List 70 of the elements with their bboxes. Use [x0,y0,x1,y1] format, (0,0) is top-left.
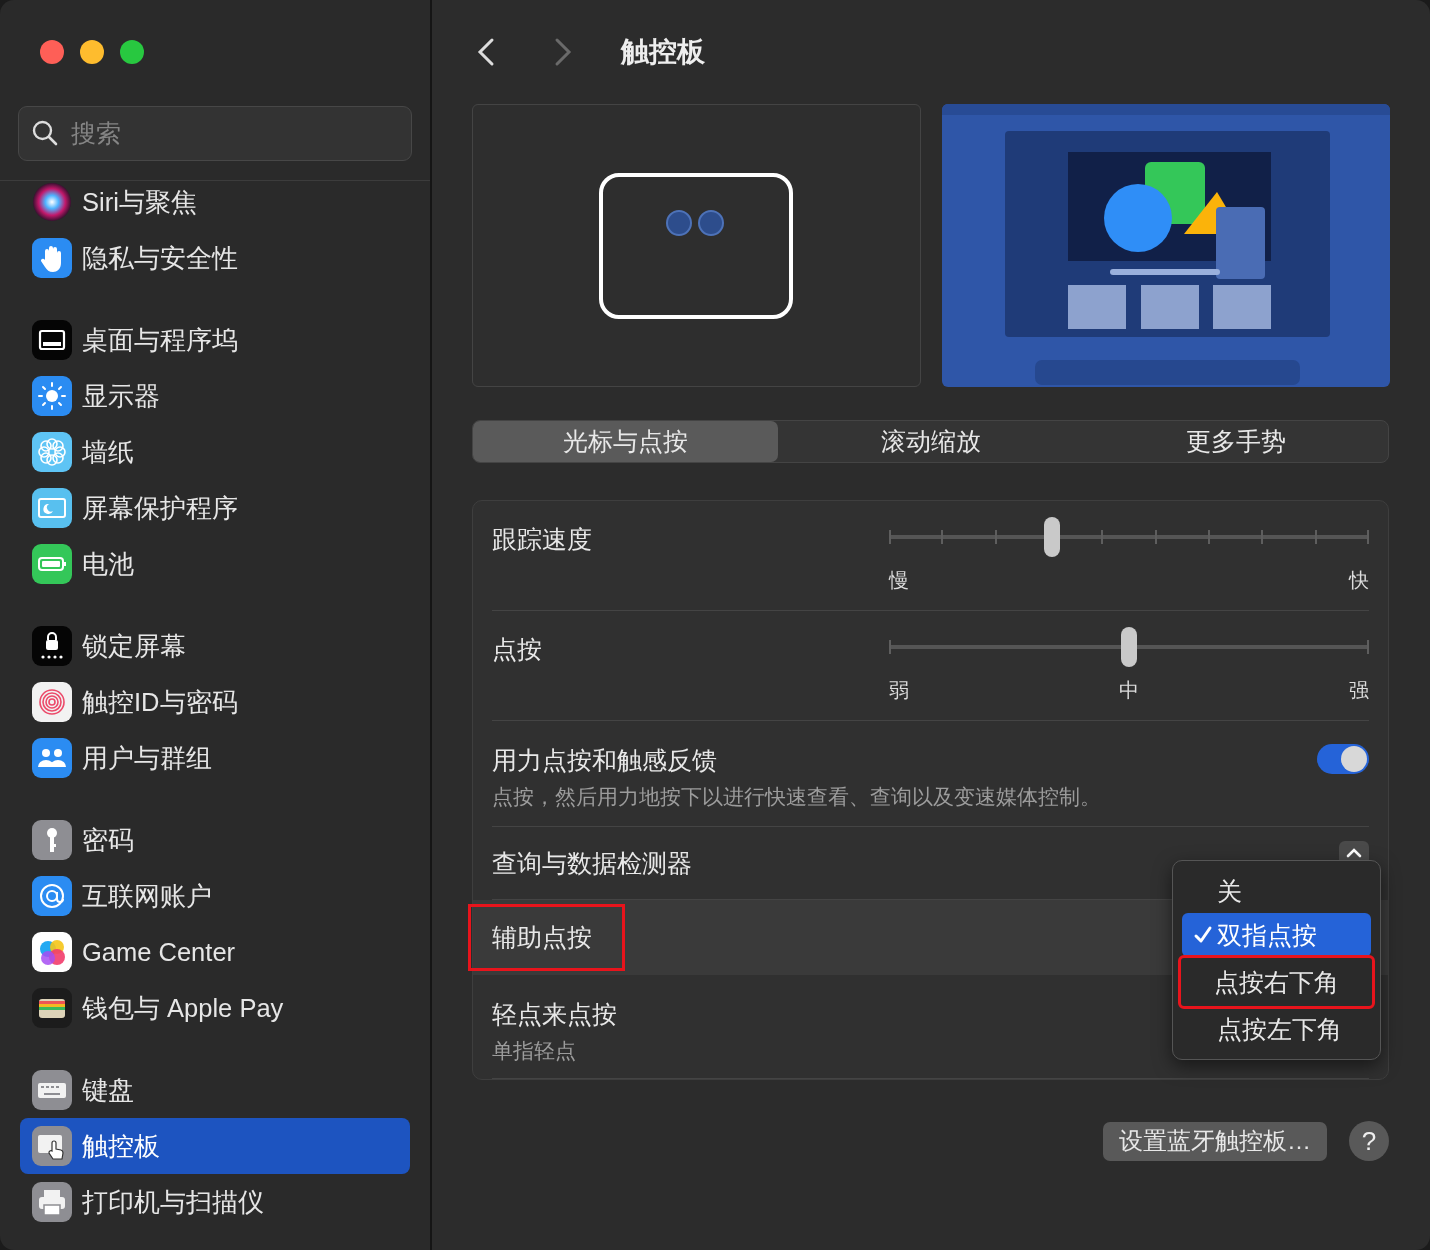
window-icon [32,320,72,360]
checkmark-icon [1193,925,1213,945]
scale-label: 强 [1349,678,1369,703]
sidebar-item[interactable]: 密码 [20,812,410,868]
help-button[interactable]: ? [1349,1121,1389,1161]
zoom-button-icon [120,40,144,64]
row-description: 点按，然后用力地按下以进行快速查看、查询以及变速媒体控制。 [492,784,1101,810]
sidebar-item[interactable]: 互联网账户 [20,868,410,924]
orb-icon [32,182,72,222]
sidebar-item[interactable]: 墙纸 [20,424,410,480]
scale-label: 快 [1349,568,1369,593]
search-field[interactable]: 搜索 [18,106,412,161]
tab[interactable]: 滚动缩放 [778,421,1083,462]
scale-label: 弱 [889,678,909,703]
slider-thumb[interactable] [1121,627,1137,667]
row-label: 轻点来点按 [491,999,618,1030]
battery-icon [32,544,72,584]
trackpad-icon [32,1126,72,1166]
back-icon[interactable] [477,37,495,67]
hand-icon [32,238,72,278]
slider[interactable] [889,627,1369,667]
sidebar-item[interactable]: 钱包与 Apple Pay [20,980,410,1036]
menu-item[interactable]: 关 [1182,869,1371,913]
close-button-icon [40,40,64,64]
key-icon [32,820,72,860]
sidebar-item[interactable]: 键盘 [20,1062,410,1118]
slider[interactable] [889,517,1369,557]
slider-thumb[interactable] [1044,517,1061,557]
keyboard-icon [32,1070,72,1110]
row-label: 用力点按和触感反馈 [491,745,718,776]
sidebar-item[interactable]: 隐私与安全性 [20,230,410,286]
printer-icon [32,1182,72,1222]
sidebar-item[interactable]: 打印机与扫描仪 [20,1174,410,1230]
row-label: 跟踪速度 [491,524,593,555]
scale-label: 中 [1119,678,1139,703]
tab[interactable]: 更多手势 [1083,421,1388,462]
sidebar-item[interactable]: 触控ID与密码 [20,674,410,730]
menu-item[interactable]: 点按右下角 [1178,955,1375,1009]
search-icon [32,120,58,146]
bubbles-icon [32,932,72,972]
wallet-icon [32,988,72,1028]
sun-icon [32,376,72,416]
sidebar-item[interactable]: 触控板 [20,1118,410,1174]
menu-item[interactable]: 点按左下角 [1182,1007,1371,1051]
setup-button[interactable]: 设置蓝牙触控板… [1103,1121,1327,1161]
tab[interactable]: 光标与点按 [473,421,778,462]
sidebar-item[interactable]: 电池 [20,536,410,592]
minimize-button-icon [80,40,104,64]
at-sign-icon [32,876,72,916]
sidebar-item[interactable]: 屏幕保护程序 [20,480,410,536]
sidebar-item[interactable]: 用户与群组 [20,730,410,786]
forward-icon[interactable] [554,37,572,67]
flower-icon [32,432,72,472]
menu-item[interactable]: 双指点按 [1182,913,1371,957]
sidebar-item[interactable]: Game Center [20,924,410,980]
scale-label: 慢 [889,568,909,593]
lock-icon [32,626,72,666]
screen-moon-icon [32,488,72,528]
row-label: 辅助点按 [468,904,625,971]
sidebar-item[interactable]: 锁定屏幕 [20,618,410,674]
sidebar-item[interactable]: 桌面与程序坞 [20,312,410,368]
sidebar-item[interactable]: Siri与聚焦 [20,174,410,230]
row-label: 点按 [491,634,543,665]
row-label: 查询与数据检测器 [491,847,693,879]
sidebar-item[interactable]: 显示器 [20,368,410,424]
row-description: 单指轻点 [492,1038,576,1064]
toggle-switch[interactable] [1317,744,1369,774]
people-icon [32,738,72,778]
fingerprint-icon [32,682,72,722]
page-title: 触控板 [621,35,705,69]
